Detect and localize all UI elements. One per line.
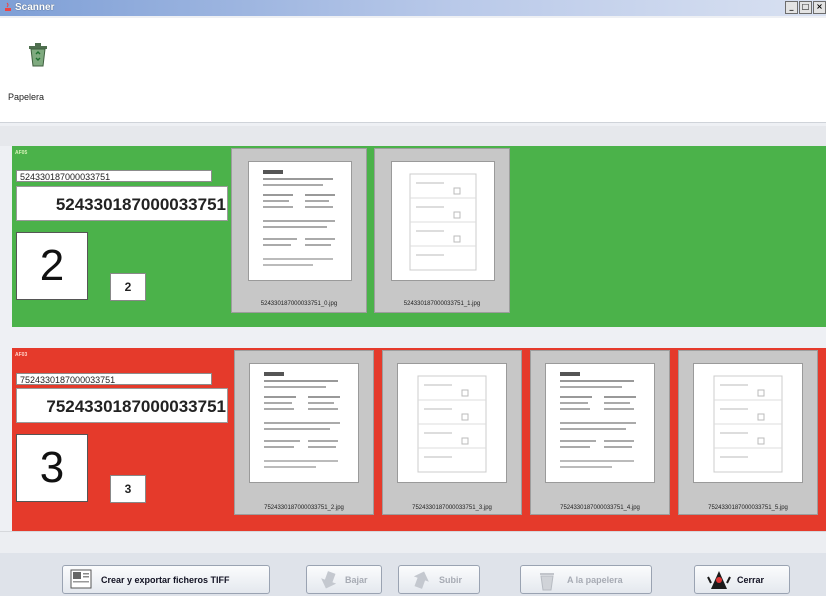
page-thumbnail[interactable]: 7524330187000033751_5.jpg bbox=[678, 350, 818, 515]
move-to-trash-label: A la papelera bbox=[567, 575, 623, 585]
arrow-down-icon bbox=[321, 571, 337, 589]
barcode-display: 524330187000033751 bbox=[16, 186, 228, 221]
document-group-1: AF05 524330187000033751 5243301870000337… bbox=[12, 146, 826, 327]
group-label: AF03 bbox=[15, 352, 28, 358]
recycle-bin-icon bbox=[29, 43, 47, 67]
barcode-display: 7524330187000033751 bbox=[16, 388, 228, 423]
minimize-button[interactable]: _ bbox=[785, 1, 798, 14]
java-cup-icon bbox=[5, 2, 11, 11]
group-label: AF05 bbox=[15, 150, 28, 156]
export-tiff-button[interactable]: Crear y exportar ficheros TIFF bbox=[62, 565, 270, 594]
page-count-large: 3 bbox=[16, 434, 88, 502]
scanned-page-preview bbox=[248, 161, 352, 281]
thumbnail-filename: 7524330187000033751_2.jpg bbox=[264, 505, 344, 511]
scanned-page-preview bbox=[397, 363, 507, 483]
window-titlebar: Scanner _ □ × bbox=[0, 0, 826, 16]
move-down-label: Bajar bbox=[345, 575, 368, 585]
document-group-2: AF03 7524330187000033751 752433018700003… bbox=[12, 348, 826, 531]
scanned-page-preview bbox=[391, 161, 495, 281]
close-app-button[interactable]: Cerrar bbox=[694, 565, 790, 594]
maximize-button[interactable]: □ bbox=[799, 1, 812, 14]
trash-tool-button[interactable]: Papelera bbox=[8, 36, 68, 106]
close-window-button[interactable]: × bbox=[813, 1, 826, 14]
scanned-page-preview bbox=[545, 363, 655, 483]
page-count-small: 3 bbox=[110, 475, 146, 503]
trash-label: Papelera bbox=[8, 92, 45, 102]
thumbnail-filename: 7524330187000033751_4.jpg bbox=[560, 505, 640, 511]
trash-icon bbox=[540, 573, 554, 591]
close-app-label: Cerrar bbox=[737, 575, 765, 585]
move-to-trash-button[interactable]: A la papelera bbox=[520, 565, 652, 594]
window-title: Scanner bbox=[15, 2, 55, 13]
page-thumbnail[interactable]: 524330187000033751_1.jpg bbox=[374, 148, 510, 313]
toolbar: Papelera bbox=[0, 18, 826, 123]
tiff-document-icon bbox=[70, 569, 92, 589]
thumbnail-filename: 524330187000033751_1.jpg bbox=[403, 301, 481, 307]
page-thumbnail[interactable]: 7524330187000033751_3.jpg bbox=[382, 350, 522, 515]
thumbnail-filename: 7524330187000033751_3.jpg bbox=[412, 505, 492, 511]
page-thumbnail[interactable]: 7524330187000033751_2.jpg bbox=[234, 350, 374, 515]
page-count-small: 2 bbox=[110, 273, 146, 301]
export-tiff-label: Crear y exportar ficheros TIFF bbox=[101, 575, 230, 585]
page-count-large: 2 bbox=[16, 232, 88, 300]
duke-icon bbox=[707, 571, 731, 589]
scanned-page-preview bbox=[249, 363, 359, 483]
bottom-button-bar: Crear y exportar ficheros TIFF Bajar Sub… bbox=[0, 553, 826, 596]
thumbnail-filename: 7524330187000033751_5.jpg bbox=[708, 505, 788, 511]
page-thumbnail[interactable]: 7524330187000033751_4.jpg bbox=[530, 350, 670, 515]
barcode-text-field[interactable]: 7524330187000033751 bbox=[16, 373, 212, 385]
thumbnail-filename: 524330187000033751_0.jpg bbox=[260, 301, 338, 307]
move-up-label: Subir bbox=[439, 575, 463, 585]
separator-bottom bbox=[0, 531, 826, 554]
separator-top bbox=[0, 126, 826, 146]
barcode-text-field[interactable]: 524330187000033751 bbox=[16, 170, 212, 182]
move-up-button[interactable]: Subir bbox=[398, 565, 480, 594]
move-down-button[interactable]: Bajar bbox=[306, 565, 382, 594]
arrow-up-icon bbox=[413, 571, 429, 589]
scanned-page-preview bbox=[693, 363, 803, 483]
page-thumbnail[interactable]: 524330187000033751_0.jpg bbox=[231, 148, 367, 313]
